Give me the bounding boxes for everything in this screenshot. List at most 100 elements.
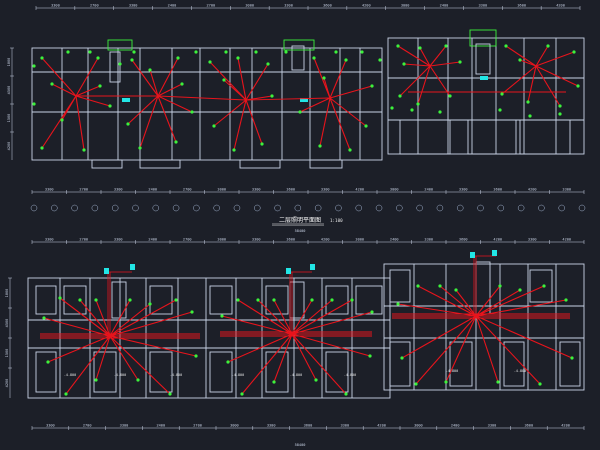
- dimension-label: 2400: [440, 4, 449, 8]
- dimension-label: 2400: [451, 424, 460, 428]
- light-fixture: [176, 56, 180, 60]
- light-fixture: [498, 108, 502, 112]
- dimension-label: 3000: [217, 188, 226, 192]
- dimension-label: 1500: [5, 349, 9, 358]
- light-fixture: [270, 94, 274, 98]
- dimension-label: 4500: [7, 86, 11, 95]
- elevation-annotation: -4.800: [64, 373, 76, 377]
- elevation-annotation: -4.800: [446, 369, 458, 373]
- dimension-label: 3600: [286, 238, 295, 242]
- elevation-annotation: -4.800: [114, 373, 126, 377]
- light-fixture: [538, 382, 542, 386]
- light-fixture: [370, 310, 374, 314]
- dimension-label: 2700: [83, 424, 92, 428]
- dimension-label: 2400: [168, 4, 177, 8]
- light-fixture: [132, 50, 136, 54]
- dimension-label: 4200: [5, 379, 9, 388]
- light-fixture: [118, 62, 122, 66]
- light-fixture: [266, 62, 270, 66]
- dimension-label: 3300: [321, 188, 330, 192]
- light-fixture: [58, 296, 62, 300]
- dimension-label: 4200: [377, 424, 386, 428]
- light-fixture: [236, 56, 240, 60]
- light-fixture: [148, 302, 152, 306]
- light-fixture: [66, 50, 70, 54]
- light-fixture: [498, 284, 502, 288]
- light-fixture: [284, 50, 288, 54]
- light-fixture: [458, 60, 462, 64]
- light-fixture: [46, 360, 50, 364]
- dimension-label: 3300: [528, 238, 537, 242]
- light-fixture: [42, 316, 46, 320]
- light-fixture: [546, 44, 550, 48]
- elevation-annotation: -4.800: [514, 369, 526, 373]
- light-fixture: [40, 146, 44, 150]
- light-fixture: [130, 58, 134, 62]
- light-fixture: [260, 142, 264, 146]
- dimension-label: 3300: [340, 424, 349, 428]
- light-fixture: [368, 354, 372, 358]
- dimension-label: 4200: [561, 424, 570, 428]
- light-fixture: [232, 148, 236, 152]
- dimension-label: 3300: [51, 4, 60, 8]
- light-fixture: [190, 310, 194, 314]
- light-fixture: [298, 110, 302, 114]
- light-fixture: [32, 64, 36, 68]
- light-fixture: [82, 148, 86, 152]
- dimension-label: 4200: [7, 142, 11, 151]
- dimension-label: 2700: [79, 238, 88, 242]
- dimension-label: 3300: [424, 238, 433, 242]
- light-fixture: [240, 392, 244, 396]
- light-fixture: [500, 92, 504, 96]
- light-fixture: [94, 298, 98, 302]
- light-fixture: [190, 110, 194, 114]
- light-fixture: [350, 298, 354, 302]
- light-fixture: [418, 46, 422, 50]
- dimension-label: 3300: [45, 188, 54, 192]
- light-fixture: [330, 298, 334, 302]
- dimension-label: 4200: [556, 4, 565, 8]
- light-fixture: [390, 106, 394, 110]
- light-fixture: [226, 360, 230, 364]
- dimension-label: 2700: [90, 4, 99, 8]
- dimension-label: 3600: [323, 4, 332, 8]
- dimension-label: 2400: [148, 188, 157, 192]
- light-fixture: [98, 84, 102, 88]
- light-fixture: [40, 56, 44, 60]
- dimension-label: 1800: [5, 289, 9, 298]
- dimension-label: 3300: [488, 424, 497, 428]
- light-fixture: [220, 314, 224, 318]
- dimension-label: 2700: [79, 188, 88, 192]
- light-fixture: [224, 50, 228, 54]
- light-fixture: [416, 102, 420, 106]
- dimension-label: 3600: [459, 238, 468, 242]
- dimension-label: 3300: [120, 424, 129, 428]
- light-fixture: [402, 62, 406, 66]
- light-fixture: [128, 298, 132, 302]
- light-fixture: [448, 94, 452, 98]
- light-fixture: [254, 50, 258, 54]
- dimension-label: 3300: [479, 4, 488, 8]
- dimension-label: 1800: [7, 58, 11, 67]
- cad-drawing-stage: 3300 2700 3300 2400 2700 3000 3300 3600 4200 3000…: [0, 0, 600, 450]
- light-fixture: [174, 140, 178, 144]
- elevation-annotation: -4.800: [232, 373, 244, 377]
- light-fixture: [416, 284, 420, 288]
- dimension-label: 3300: [252, 238, 261, 242]
- light-fixture: [88, 50, 92, 54]
- light-fixture: [272, 380, 276, 384]
- light-fixture: [212, 124, 216, 128]
- dimension-label: 4500: [5, 319, 9, 328]
- dimension-label: 4200: [321, 238, 330, 242]
- light-fixture: [194, 50, 198, 54]
- light-fixture: [314, 378, 318, 382]
- dimension-label: 3000: [414, 424, 423, 428]
- light-fixture: [558, 104, 562, 108]
- dimension-label: 3000: [401, 4, 410, 8]
- dimension-label: 2700: [183, 188, 192, 192]
- dimension-label: 2700: [183, 238, 192, 242]
- dimension-label: 4200: [493, 238, 502, 242]
- light-fixture: [398, 94, 402, 98]
- light-fixture: [370, 84, 374, 88]
- dimension-label: 3600: [286, 188, 295, 192]
